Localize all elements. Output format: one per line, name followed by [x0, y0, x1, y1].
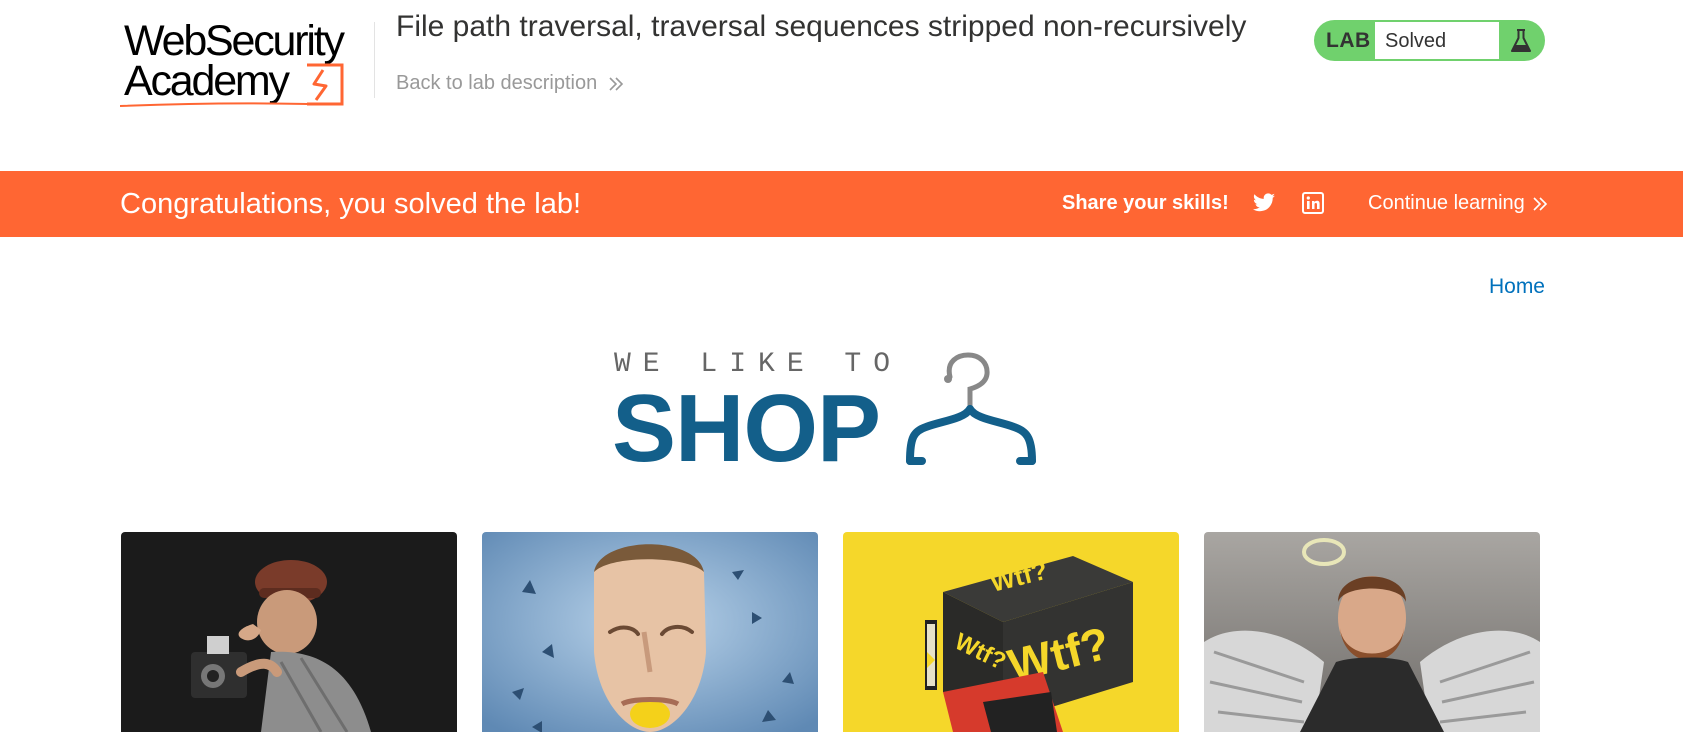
congratulations-message: Congratulations, you solved the lab! — [120, 188, 582, 220]
hanger-icon — [906, 352, 1036, 465]
solved-banner: Congratulations, you solved the lab! Sha… — [0, 171, 1683, 237]
lab-status-box: Solved — [1375, 22, 1499, 59]
lab-status-text: Solved — [1385, 30, 1447, 52]
logo-lightning-icon — [120, 63, 344, 107]
continue-learning-label: Continue learning — [1368, 192, 1525, 214]
hero-title: SHOP — [612, 375, 881, 482]
back-to-lab-description-link[interactable]: Back to lab description — [396, 72, 625, 95]
product-grid: Wtf? Wtf? Wtf? — [121, 532, 1541, 732]
linkedin-icon[interactable] — [1302, 192, 1324, 214]
lab-title: File path traversal, traversal sequences… — [396, 10, 1247, 43]
lab-status-widget: LAB Solved — [1314, 20, 1545, 61]
lab-badge: LAB — [1326, 29, 1371, 52]
web-security-academy-logo[interactable]: WebSecurity Academy — [120, 20, 374, 112]
header-divider — [374, 22, 375, 98]
product-image-wtf-party-game[interactable]: Wtf? Wtf? Wtf? — [843, 532, 1179, 732]
twitter-icon[interactable] — [1252, 191, 1276, 215]
product-image-photographer-figurine[interactable] — [121, 532, 457, 732]
product-image-man-biting-lemon[interactable] — [482, 532, 818, 732]
home-link[interactable]: Home — [1489, 275, 1545, 299]
share-skills-label: Share your skills! — [1062, 192, 1229, 214]
flask-icon — [1511, 29, 1531, 52]
chevron-double-right-icon — [609, 76, 624, 91]
shop-hero-logo: WE LIKE TO SHOP — [612, 345, 1052, 477]
back-link-label: Back to lab description — [396, 72, 598, 94]
lab-header: WebSecurity Academy File path traversal,… — [0, 0, 1683, 171]
chevron-double-right-icon — [1533, 196, 1547, 211]
continue-learning-link[interactable]: Continue learning — [1368, 192, 1549, 215]
product-image-angel-wings-man[interactable] — [1204, 532, 1540, 732]
